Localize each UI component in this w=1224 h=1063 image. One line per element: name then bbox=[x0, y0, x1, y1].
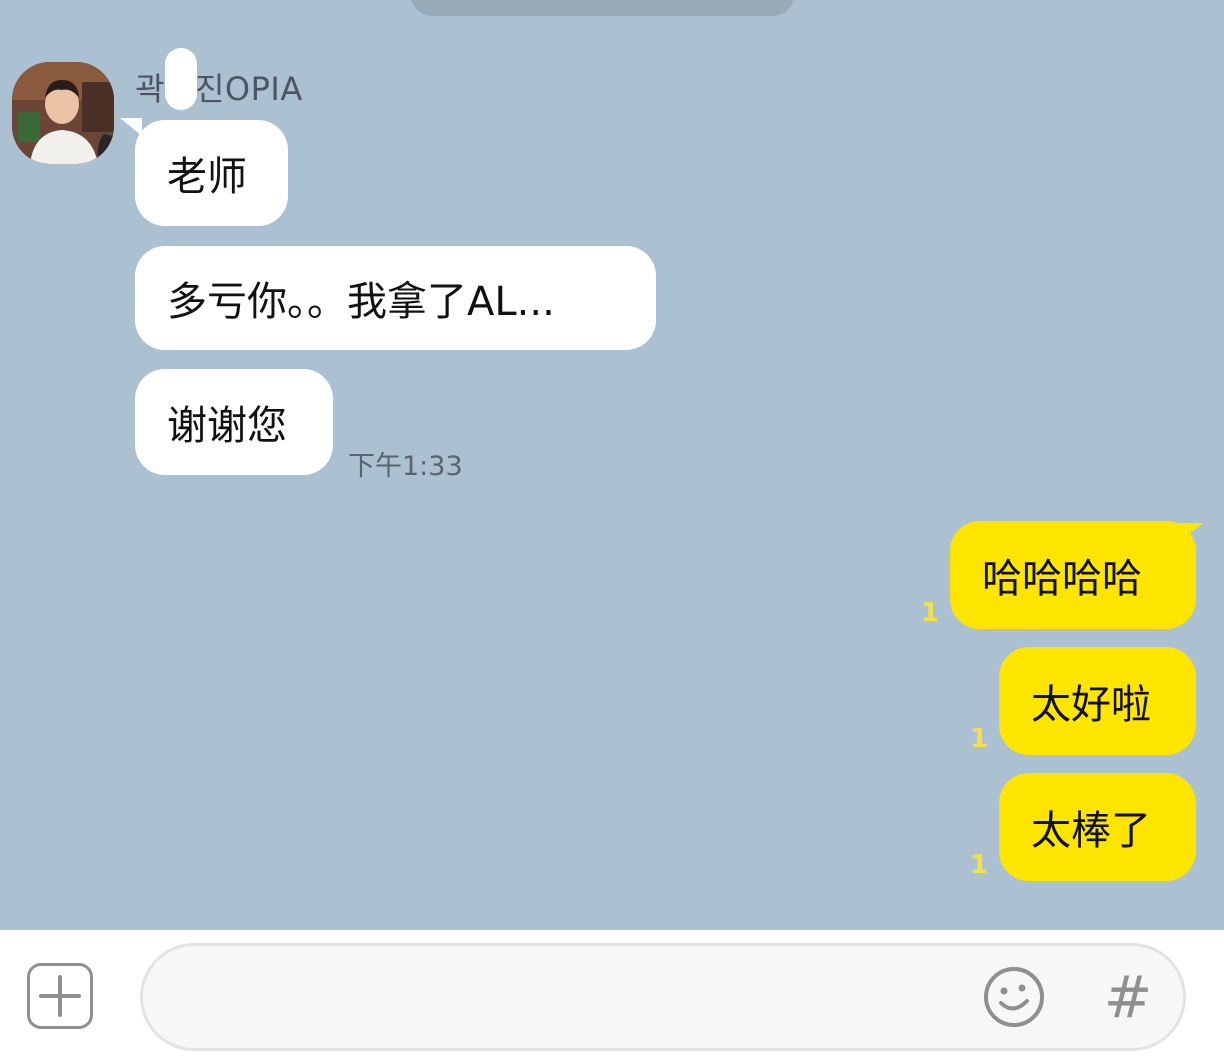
message-text: 太棒了 bbox=[1031, 808, 1151, 854]
sender-name: 곽 진OPIA bbox=[135, 64, 303, 110]
unread-count: 1 bbox=[921, 598, 940, 628]
date-pill bbox=[410, 0, 795, 16]
hashtag-button[interactable]: # bbox=[1103, 965, 1153, 1029]
incoming-message-3[interactable]: 谢谢您 bbox=[135, 369, 333, 475]
message-timestamp: 下午1:33 bbox=[348, 451, 463, 482]
message-text: 谢谢您 bbox=[167, 403, 287, 449]
message-text: 多亏你。。我拿了AL... bbox=[167, 279, 555, 325]
incoming-message-1[interactable]: 老师 bbox=[135, 120, 288, 226]
outgoing-message-1[interactable]: 哈哈哈哈 bbox=[950, 521, 1196, 629]
smiley-icon bbox=[984, 967, 1044, 1027]
sender-name-part1: 곽 bbox=[135, 70, 165, 108]
avatar-photo bbox=[12, 62, 114, 164]
name-redaction bbox=[165, 48, 197, 110]
unread-count: 1 bbox=[970, 850, 989, 880]
outgoing-message-3[interactable]: 太棒了 bbox=[999, 773, 1196, 881]
incoming-message-2[interactable]: 多亏你。。我拿了AL... bbox=[135, 246, 656, 350]
attach-button[interactable] bbox=[27, 963, 93, 1029]
avatar[interactable] bbox=[12, 62, 114, 164]
plus-icon bbox=[39, 975, 81, 1017]
chat-area[interactable]: 곽 진OPIA 老师 多亏你。。我拿了AL... 谢谢您 下午1:33 哈哈哈哈 … bbox=[0, 0, 1224, 930]
message-text: 老师 bbox=[167, 154, 247, 200]
sender-name-part2: 진OPIA bbox=[194, 70, 303, 108]
message-text: 太好啦 bbox=[1031, 682, 1151, 728]
emoji-button[interactable] bbox=[982, 965, 1046, 1029]
hash-icon: # bbox=[1103, 963, 1153, 1031]
outgoing-message-2[interactable]: 太好啦 bbox=[999, 647, 1196, 755]
message-text: 哈哈哈哈 bbox=[982, 556, 1142, 602]
unread-count: 1 bbox=[970, 724, 989, 754]
